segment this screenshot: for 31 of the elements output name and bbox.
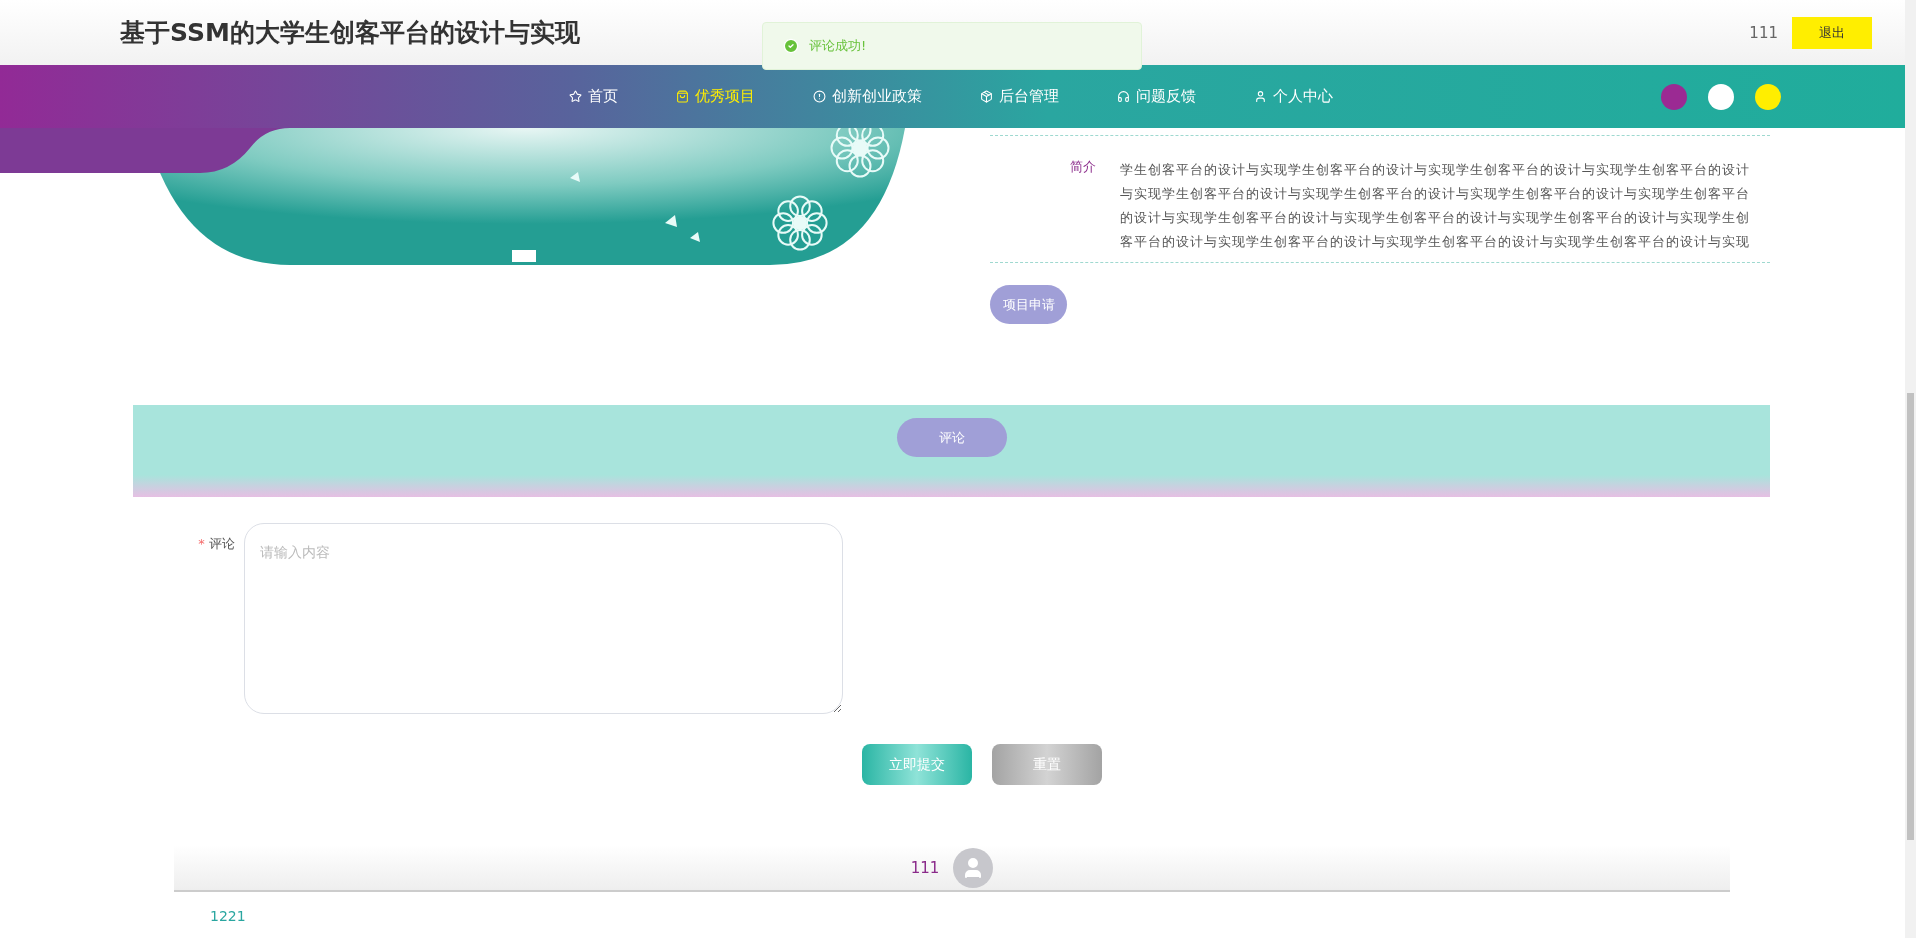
- required-mark: *: [198, 536, 206, 551]
- comment-text: 1221: [210, 908, 247, 924]
- site-title: 基于SSM的大学生创客平台的设计与实现: [120, 17, 580, 49]
- check-icon: [783, 38, 799, 54]
- submit-button[interactable]: 立即提交: [862, 744, 972, 785]
- box-icon: [980, 90, 993, 103]
- label-text: 评论: [209, 536, 235, 551]
- theme-dot[interactable]: [1661, 83, 1687, 110]
- user-icon: [1254, 90, 1267, 103]
- toast-message: 评论成功!: [809, 37, 867, 55]
- theme-dot[interactable]: [1708, 83, 1734, 110]
- bag-icon: [676, 90, 689, 103]
- nav-item[interactable]: 创新创业政策: [784, 87, 951, 106]
- comment-tab[interactable]: 评论: [896, 418, 1007, 457]
- star-icon: [569, 90, 582, 103]
- logout-button[interactable]: 退出: [1792, 16, 1872, 49]
- alert-icon: [813, 90, 826, 103]
- apply-button[interactable]: 项目申请: [990, 285, 1067, 324]
- nav-item[interactable]: 个人中心: [1225, 87, 1362, 106]
- comment-field[interactable]: 请输入内容: [244, 523, 843, 714]
- headset-icon: [1117, 90, 1130, 103]
- comment-user: 111: [910, 858, 940, 877]
- nav-item[interactable]: 后台管理: [951, 87, 1088, 106]
- nav-item[interactable]: 首页: [540, 87, 647, 106]
- theme-dot[interactable]: [1755, 83, 1781, 110]
- scrollbar[interactable]: [1905, 0, 1916, 938]
- nav-item[interactable]: 优秀项目: [647, 87, 784, 106]
- username: 111: [1749, 23, 1778, 42]
- nav-item[interactable]: 问题反馈: [1088, 87, 1225, 106]
- field-value: 学生创客平台的设计与实现学生创客平台的设计与实现学生创客平台的设计与实现学生创客平台的设计与实现学生创客平台的设计与实现学生创客平台的设计与实现学生创客平台的设计与实现学生创客平台的设计与实现学生创客平台的设计与实现学生创客平台的设计与实现学生创客平台的设计与实现学生创客平台的设计与实现学生创客平台的设计与实现学生创客平台的设计与实现学生创客平台的设计与实现: [1120, 161, 1751, 251]
- field-label: 简介: [1069, 158, 1096, 176]
